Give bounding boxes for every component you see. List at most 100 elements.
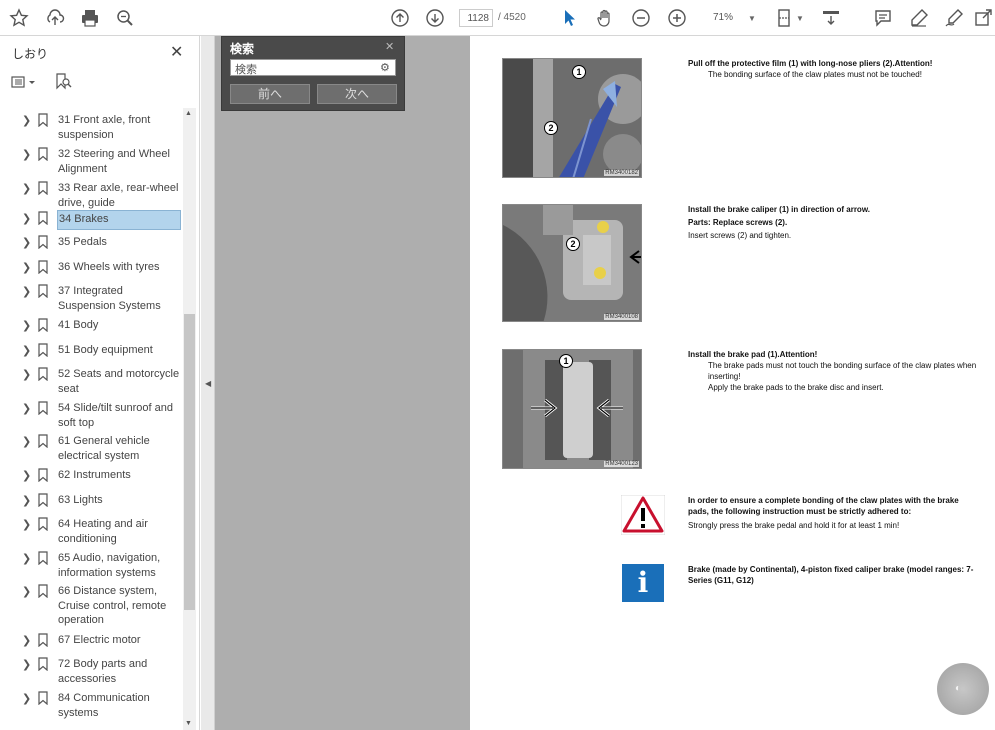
document-background [201, 36, 470, 730]
select-cursor-icon[interactable] [558, 7, 580, 29]
floating-action-button[interactable]: ◐ [937, 663, 989, 715]
scroll-down-icon[interactable]: ▼ [185, 720, 192, 727]
collapse-left-icon[interactable]: ◀ [205, 379, 211, 388]
bookmark-icon [38, 657, 48, 671]
bookmark-label: 64 Heating and air conditioning [58, 518, 148, 545]
sidebar-collapse-handle[interactable]: ◀ [201, 36, 215, 730]
instruction-line: The brake pads must not touch the bondin… [708, 361, 977, 381]
comment-icon[interactable] [872, 7, 894, 29]
bookmark-icon [38, 284, 48, 298]
highlight-pen-icon[interactable] [908, 7, 930, 29]
instruction-line: Insert screws (2) and tighten. [688, 231, 792, 240]
bookmark-icon [38, 584, 48, 598]
instruction-line: Install the brake pad (1).Attention! [688, 350, 818, 359]
bookmark-label: 51 Body equipment [58, 344, 153, 356]
bookmark-label: 66 Distance system, Cruise control, remo… [58, 585, 167, 626]
chevron-right-icon[interactable]: ❯ [22, 212, 31, 225]
upload-icon[interactable] [44, 7, 66, 29]
bookmark-label: 37 Integrated Suspension Systems [58, 285, 161, 312]
figure-callout: 2 [544, 121, 558, 135]
bookmark-label: 61 General vehicle electrical system [58, 435, 150, 462]
bookmark-icon [38, 181, 48, 195]
search-close-icon[interactable]: ✕ [385, 40, 394, 53]
chevron-right-icon[interactable]: ❯ [22, 634, 31, 647]
bookmark-icon [38, 434, 48, 448]
chevron-right-icon[interactable]: ❯ [22, 319, 31, 332]
page-fit-icon[interactable] [774, 7, 796, 29]
bookmark-label: 67 Electric motor [58, 634, 141, 646]
bookmark-icon [38, 343, 48, 357]
zoom-level-select[interactable]: 71% [703, 9, 751, 27]
bookmark-icon [38, 633, 48, 647]
previous-page-icon[interactable] [389, 7, 411, 29]
document-page: 1 2 RM3400182 Pull off the protective fi… [470, 36, 995, 730]
bookmark-label: 35 Pedals [58, 236, 107, 248]
figure-code: RM3400108 [604, 314, 639, 320]
chevron-right-icon[interactable]: ❯ [22, 552, 31, 565]
bookmark-label: 32 Steering and Wheel Alignment [58, 148, 170, 175]
gear-icon[interactable]: ⚙ [380, 61, 401, 74]
bookmark-star-icon[interactable] [8, 7, 30, 29]
bookmark-scrollbar[interactable]: ▲ ▼ [183, 108, 196, 730]
close-icon[interactable]: ✕ [170, 42, 183, 62]
warning-instruction: Strongly press the brake pedal and hold … [688, 521, 900, 530]
chevron-right-icon[interactable]: ❯ [22, 435, 31, 448]
chevron-right-icon[interactable]: ❯ [22, 261, 31, 274]
print-icon[interactable] [79, 7, 101, 29]
chevron-right-icon[interactable]: ❯ [22, 518, 31, 531]
figure-brake-pad: 1 RM3400123 [502, 349, 642, 469]
chevron-right-icon[interactable]: ❯ [22, 285, 31, 298]
chevron-right-icon[interactable]: ❯ [22, 658, 31, 671]
info-bold-text: Brake (made by Continental), 4-piston fi… [688, 565, 974, 585]
chevron-right-icon[interactable]: ❯ [22, 344, 31, 357]
options-menu-icon[interactable] [10, 74, 44, 90]
scroll-up-icon[interactable]: ▲ [185, 110, 192, 117]
chevron-right-icon[interactable]: ❯ [22, 236, 31, 249]
bookmark-icon [38, 318, 48, 332]
chevron-right-icon[interactable]: ❯ [22, 585, 31, 598]
bookmark-icon [38, 367, 48, 381]
next-result-button[interactable]: 次へ [317, 84, 397, 104]
chevron-right-icon[interactable]: ❯ [22, 469, 31, 482]
page-fit-dropdown-icon[interactable]: ▼ [796, 14, 804, 23]
next-page-icon[interactable] [424, 7, 446, 29]
info-text: Brake (made by Continental), 4-piston fi… [688, 564, 978, 586]
instruction-line: Pull off the protective film (1) with lo… [688, 59, 933, 68]
bookmark-label: 63 Lights [58, 494, 103, 506]
sign-icon[interactable] [943, 7, 965, 29]
bookmark-label: 65 Audio, navigation, information system… [58, 552, 161, 579]
previous-result-button[interactable]: 前へ [230, 84, 310, 104]
chevron-right-icon[interactable]: ❯ [22, 692, 31, 705]
scroll-mode-icon[interactable] [820, 7, 842, 29]
bookmark-icon [38, 401, 48, 415]
share-export-icon[interactable] [972, 7, 994, 29]
chevron-right-icon[interactable]: ❯ [22, 148, 31, 161]
zoom-out-icon[interactable] [630, 7, 652, 29]
zoom-dropdown-icon[interactable]: ▼ [748, 14, 756, 23]
bookmark-label: 62 Instruments [58, 469, 131, 481]
bookmark-label: 52 Seats and motorcycle seat [58, 368, 180, 395]
zoom-in-icon[interactable] [666, 7, 688, 29]
chevron-right-icon[interactable]: ❯ [22, 182, 31, 195]
figure-callout: 2 [566, 237, 580, 251]
instruction-line: The bonding surface of the claw plates m… [708, 70, 922, 79]
bookmark-search-icon[interactable] [54, 72, 72, 90]
bookmark-icon [38, 691, 48, 705]
bookmark-icon [38, 517, 48, 531]
bookmark-icon [38, 493, 48, 507]
chevron-right-icon[interactable]: ❯ [22, 368, 31, 381]
bookmark-icon [38, 147, 48, 161]
bookmark-icon [38, 551, 48, 565]
bookmark-icon [38, 260, 48, 274]
chevron-right-icon[interactable]: ❯ [22, 402, 31, 415]
page-number-input[interactable]: 1128 [459, 9, 493, 27]
hand-tool-icon[interactable] [594, 7, 616, 29]
page-total: / 4520 [498, 12, 526, 23]
bookmark-label: 72 Body parts and accessories [58, 658, 148, 685]
zoom-search-icon[interactable] [114, 7, 136, 29]
search-panel-title: 検索 [230, 42, 255, 56]
scrollbar-thumb[interactable] [184, 314, 195, 610]
search-input[interactable]: 検索 [230, 59, 396, 76]
chevron-right-icon[interactable]: ❯ [22, 114, 31, 127]
chevron-right-icon[interactable]: ❯ [22, 494, 31, 507]
